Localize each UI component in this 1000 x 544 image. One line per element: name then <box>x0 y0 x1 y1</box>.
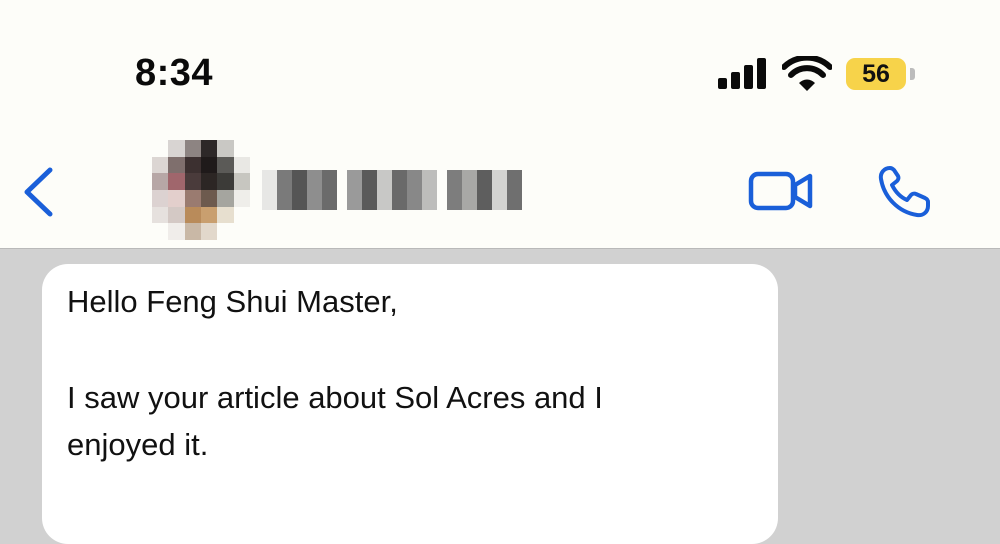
message-line: Hello Feng Shui Master, <box>67 284 398 319</box>
status-time: 8:34 <box>135 52 214 94</box>
message-line: I saw your article about Sol Acres and I <box>67 380 603 415</box>
battery-nub <box>910 68 915 80</box>
phone-call-button[interactable] <box>876 164 932 220</box>
cellular-signal-icon <box>718 58 766 89</box>
redacted-chunk <box>347 170 437 210</box>
chat-header: 8:34 56 <box>0 0 1000 249</box>
message-line: enjoyed it. <box>67 427 209 462</box>
contact-avatar[interactable] <box>152 140 250 240</box>
back-button[interactable] <box>18 164 58 220</box>
video-call-button[interactable] <box>748 168 814 214</box>
contact-name-redacted[interactable] <box>262 165 582 215</box>
redacted-chunk <box>447 170 522 210</box>
battery-level: 56 <box>862 60 890 88</box>
battery-indicator: 56 <box>846 58 906 90</box>
wifi-icon <box>782 56 832 91</box>
redacted-chunk <box>262 170 337 210</box>
